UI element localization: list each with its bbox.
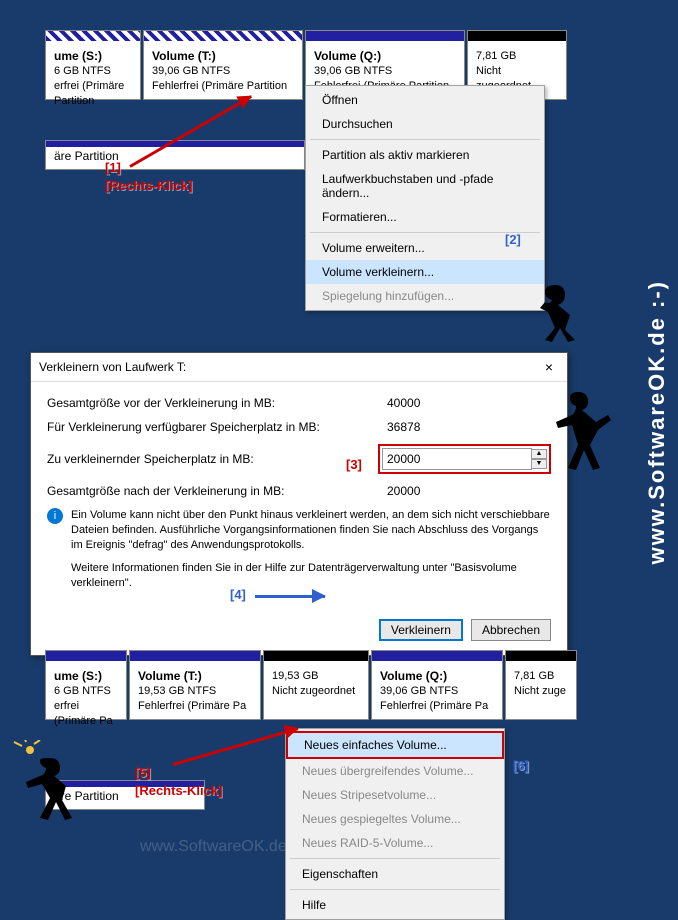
info-text-1: Ein Volume kann nicht über den Punkt hin… bbox=[71, 508, 551, 553]
label-shrink: Zu verkleinernder Speicherplatz in MB: bbox=[47, 452, 378, 466]
disk-footer: äre Partition bbox=[45, 140, 305, 170]
partition-status: Nicht zuge bbox=[514, 684, 568, 699]
value-after: 20000 bbox=[381, 484, 551, 498]
partition-title: Volume (Q:) bbox=[380, 669, 494, 684]
partition-size: 7,81 GB bbox=[514, 669, 568, 684]
partition-size: 39,06 GB NTFS bbox=[314, 64, 456, 79]
arrow-4 bbox=[255, 595, 325, 598]
partition-title: ume (S:) bbox=[54, 49, 132, 64]
context-menu-partition: Öffnen Durchsuchen Partition als aktiv m… bbox=[305, 85, 545, 311]
menu-properties[interactable]: Eigenschaften bbox=[286, 862, 504, 886]
partition-status: Nicht zugeordnet bbox=[272, 684, 360, 699]
watermark: www.SoftwareOK.de :-) bbox=[140, 838, 306, 856]
partition-size: 7,81 GB bbox=[476, 49, 558, 64]
spinner-up[interactable]: ▲ bbox=[531, 449, 547, 459]
partition-size: 6 GB NTFS bbox=[54, 684, 118, 699]
menu-separator bbox=[290, 858, 500, 859]
anno-4: [4] bbox=[230, 587, 246, 602]
info-text-2: Weitere Informationen finden Sie in der … bbox=[71, 561, 551, 591]
menu-new-spanned-volume: Neues übergreifendes Volume... bbox=[286, 759, 504, 783]
partition-s[interactable]: ume (S:) 6 GB NTFS erfrei (Primäre Pa bbox=[45, 650, 127, 720]
shrink-button[interactable]: Verkleinern bbox=[379, 619, 463, 641]
partition-q[interactable]: Volume (Q:) 39,06 GB NTFS Fehlerfrei (Pr… bbox=[371, 650, 503, 720]
menu-new-raid5-volume: Neues RAID-5-Volume... bbox=[286, 831, 504, 855]
menu-mark-active[interactable]: Partition als aktiv markieren bbox=[306, 143, 544, 167]
close-button[interactable]: × bbox=[539, 359, 559, 375]
partition-status: erfrei (Primäre Partition bbox=[54, 79, 132, 109]
partition-status: Fehlerfrei (Primäre Pa bbox=[380, 699, 494, 714]
menu-open[interactable]: Öffnen bbox=[306, 88, 544, 112]
partition-size: 19,53 GB NTFS bbox=[138, 684, 252, 699]
partition-title: ume (S:) bbox=[54, 669, 118, 684]
shrink-dialog: Verkleinern von Laufwerk T: × Gesamtgröß… bbox=[30, 352, 568, 656]
anno-3: [3] bbox=[346, 457, 362, 472]
menu-shrink-volume[interactable]: Volume verkleinern... bbox=[306, 260, 544, 284]
value-total: 40000 bbox=[381, 396, 551, 410]
partition-t[interactable]: Volume (T:) 19,53 GB NTFS Fehlerfrei (Pr… bbox=[129, 650, 261, 720]
menu-add-mirror: Spiegelung hinzufügen... bbox=[306, 284, 544, 308]
menu-new-striped-volume: Neues Stripesetvolume... bbox=[286, 783, 504, 807]
brand-vertical: www.SoftwareOK.de :-) bbox=[644, 280, 670, 564]
partition-t[interactable]: Volume (T:) 39,06 GB NTFS Fehlerfrei (Pr… bbox=[143, 30, 303, 100]
partition-size: 19,53 GB bbox=[272, 669, 360, 684]
label-avail: Für Verkleinerung verfügbarer Speicherpl… bbox=[47, 420, 381, 434]
partition-title: Volume (T:) bbox=[152, 49, 294, 64]
partition-s[interactable]: ume (S:) 6 GB NTFS erfrei (Primäre Parti… bbox=[45, 30, 141, 100]
partition-title: Volume (T:) bbox=[138, 669, 252, 684]
context-menu-unallocated: Neues einfaches Volume... Neues übergrei… bbox=[285, 728, 505, 920]
menu-format[interactable]: Formatieren... bbox=[306, 205, 544, 229]
shrink-amount-input[interactable] bbox=[382, 448, 532, 470]
menu-change-letter[interactable]: Laufwerkbuchstaben und -pfade ändern... bbox=[306, 167, 544, 205]
menu-browse[interactable]: Durchsuchen bbox=[306, 112, 544, 136]
dialog-title: Verkleinern von Laufwerk T: bbox=[39, 360, 186, 374]
partition-unallocated-new[interactable]: 19,53 GB Nicht zugeordnet bbox=[263, 650, 369, 720]
anno-5-label: [Rechts-Klick] bbox=[135, 783, 222, 798]
menu-separator bbox=[290, 889, 500, 890]
menu-new-simple-volume[interactable]: Neues einfaches Volume... bbox=[286, 731, 504, 759]
anno-5: [5] bbox=[135, 765, 151, 780]
partition-status: Fehlerfrei (Primäre Pa bbox=[138, 699, 252, 714]
label-after: Gesamtgröße nach der Verkleinerung in MB… bbox=[47, 484, 381, 498]
partition-size: 6 GB NTFS bbox=[54, 64, 132, 79]
menu-new-mirrored-volume: Neues gespiegeltes Volume... bbox=[286, 807, 504, 831]
spinner-down[interactable]: ▼ bbox=[531, 459, 547, 469]
partition-size: 39,06 GB NTFS bbox=[380, 684, 494, 699]
info-icon: i bbox=[47, 508, 63, 524]
anno-6: [6] bbox=[513, 758, 529, 773]
label-total: Gesamtgröße vor der Verkleinerung in MB: bbox=[47, 396, 381, 410]
arrow-5 bbox=[173, 727, 299, 766]
partition-unallocated[interactable]: 7,81 GB Nicht zuge bbox=[505, 650, 577, 720]
partition-status: erfrei (Primäre Pa bbox=[54, 699, 118, 729]
footer-label: äre Partition bbox=[54, 789, 119, 803]
cancel-button[interactable]: Abbrechen bbox=[471, 619, 551, 641]
menu-separator bbox=[310, 139, 540, 140]
menu-help[interactable]: Hilfe bbox=[286, 893, 504, 917]
anno-1-label: [Rechts-Klick] bbox=[105, 178, 192, 193]
anno-2: [2] bbox=[505, 232, 521, 247]
anno-1: [1] bbox=[105, 160, 121, 175]
partition-title: Volume (Q:) bbox=[314, 49, 456, 64]
partition-size: 39,06 GB NTFS bbox=[152, 64, 294, 79]
partition-status: Fehlerfrei (Primäre Partition bbox=[152, 79, 294, 94]
value-avail: 36878 bbox=[381, 420, 551, 434]
